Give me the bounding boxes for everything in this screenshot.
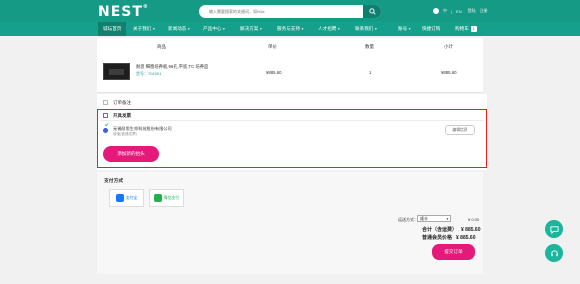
shipping-select[interactable]: 顺丰 ▼ xyxy=(417,215,451,222)
order-note-checkbox[interactable] xyxy=(103,100,108,105)
product-thumbnail[interactable] xyxy=(103,63,130,80)
lang-en-link[interactable]: EN xyxy=(456,9,462,14)
nav-quick-order[interactable]: 快捷订购 xyxy=(422,22,440,36)
header-product: 商品 xyxy=(157,44,166,49)
product-price: ¥885.60 xyxy=(266,70,282,75)
nav-account[interactable]: 账号▼ xyxy=(398,22,411,36)
chat-icon xyxy=(549,225,559,234)
header-quantity: 数量 xyxy=(365,44,374,49)
product-qty: 1 xyxy=(369,70,372,75)
order-note-label: 订单备注 xyxy=(113,100,131,105)
brand-logo[interactable]: NEST® xyxy=(98,4,149,20)
edit-invoice-button[interactable]: 编辑信息 xyxy=(445,125,475,135)
alipay-label: 支付宝 xyxy=(125,195,138,200)
shipping-fee: ¥ 0.00 xyxy=(468,217,480,222)
support-button[interactable] xyxy=(545,244,563,262)
alipay-option[interactable]: 支付宝 xyxy=(109,189,144,207)
invoice-title-radio[interactable] xyxy=(103,128,108,133)
header-bar: NEST® 中 | EN 登陆 注册 xyxy=(0,0,580,22)
product-code: 货号：701001 xyxy=(136,71,162,76)
wechat-pay-icon xyxy=(153,194,162,202)
register-link[interactable]: 注册 xyxy=(480,8,488,14)
search-button[interactable] xyxy=(363,5,381,18)
chevron-down-icon: ▼ xyxy=(374,27,378,31)
search-input[interactable] xyxy=(209,7,359,16)
chevron-down-icon: ▼ xyxy=(337,27,341,31)
payment-panel xyxy=(97,172,483,274)
nav-contact[interactable]: 联系我们▼ xyxy=(355,22,377,36)
divider xyxy=(100,120,484,121)
nav-products[interactable]: 产品中心▼ xyxy=(203,22,225,36)
chevron-down-icon: ▼ xyxy=(187,27,191,31)
chat-button[interactable] xyxy=(545,220,563,238)
cart-count-badge: 1 xyxy=(470,25,477,32)
divider xyxy=(97,92,483,93)
nav-solutions[interactable]: 解决方案▼ xyxy=(240,22,262,36)
wechat-pay-label: 微信支付 xyxy=(163,195,180,200)
globe-icon xyxy=(433,8,439,14)
top-links: 中 | EN 登陆 注册 xyxy=(433,8,488,14)
nav-news[interactable]: 新闻动态▼ xyxy=(168,22,190,36)
invoice-checkbox[interactable] xyxy=(103,113,109,127)
search-icon xyxy=(368,8,376,15)
alipay-icon xyxy=(115,194,124,202)
payment-title: 支付方式 xyxy=(104,179,124,184)
login-link[interactable]: 登陆 xyxy=(468,8,476,14)
product-subtotal: ¥885.60 xyxy=(441,70,457,75)
wechat-pay-option[interactable]: 微信支付 xyxy=(149,189,184,207)
search-box xyxy=(199,5,381,18)
nav-service[interactable]: 服务与支持▼ xyxy=(277,22,304,36)
product-name[interactable]: 耐思 细胞培养板,96孔,平底,TC 培养皿 xyxy=(136,64,208,70)
member-price-row: 普通会员价格 ¥ 885.60 xyxy=(422,235,476,241)
check-icon xyxy=(104,123,109,127)
nav-cart[interactable]: 购物车 1 xyxy=(455,22,477,36)
total-row: 合计（含运费） ¥ 885.60 xyxy=(422,227,481,233)
header-subtotal: 小计 xyxy=(444,44,453,49)
header-unit-price: 单价 xyxy=(268,44,277,49)
nav-about[interactable]: 关于我们▼ xyxy=(133,22,155,36)
nav-home[interactable]: 城坛首页 xyxy=(98,22,127,36)
invoice-type: 增值(普通发票) xyxy=(113,132,137,136)
chevron-down-icon: ▼ xyxy=(300,27,304,31)
shipping-label: 运送方式： xyxy=(398,217,418,222)
main-nav: 城坛首页 关于我们▼ 新闻动态▼ 产品中心▼ 解决方案▼ 服务与支持▼ 人才招聘… xyxy=(0,22,580,36)
chevron-down-icon: ▼ xyxy=(259,27,263,31)
headset-icon xyxy=(550,249,558,256)
submit-order-button[interactable]: 提交订单 xyxy=(432,244,475,260)
chevron-down-icon: ▼ xyxy=(152,27,156,31)
lang-zh-link[interactable]: 中 xyxy=(443,8,447,14)
nav-careers[interactable]: 人才招聘▼ xyxy=(318,22,340,36)
chevron-down-icon: ▼ xyxy=(222,27,226,31)
chevron-down-icon: ▼ xyxy=(446,216,449,221)
invoice-label: 开具发票 xyxy=(113,113,131,118)
chevron-down-icon: ▼ xyxy=(408,27,412,31)
add-invoice-title-button[interactable]: 添加新的抬头 xyxy=(103,146,159,162)
